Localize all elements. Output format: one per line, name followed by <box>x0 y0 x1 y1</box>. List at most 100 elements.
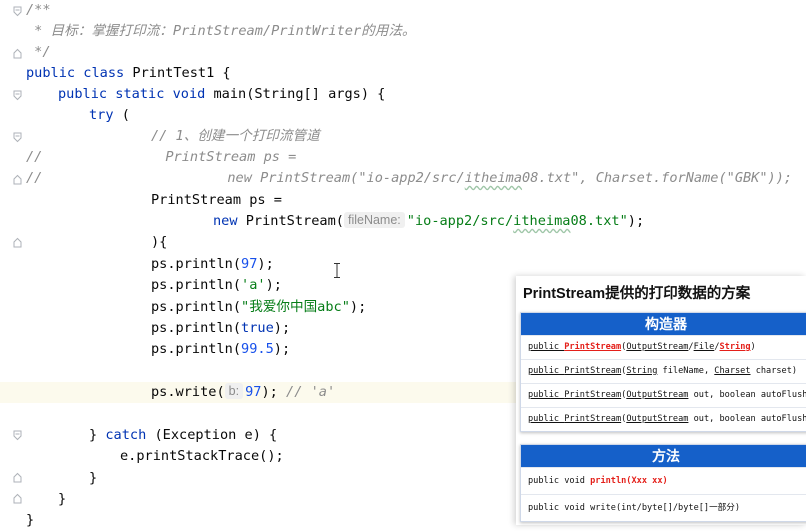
method-modifier: public void <box>528 476 591 486</box>
main-keywords: public static void <box>58 86 214 102</box>
println-arg: 99.5 <box>241 341 274 357</box>
statement-close: ); <box>273 320 291 336</box>
commented-declaration: PrintStream ps = <box>165 149 297 165</box>
println-call: ps.println( <box>151 277 242 293</box>
try-paren: ( <box>113 107 130 123</box>
methods-header: 方法 <box>521 445 806 467</box>
print-stack-trace-call: e.printStackTrace(); <box>120 448 284 464</box>
constructor-call: PrintStream( <box>245 213 344 229</box>
commented-new-call: PrintStream("io-app2/src/ <box>260 170 465 186</box>
param-type: Charset <box>714 366 751 376</box>
code-line[interactable]: public class PrintTest1 { <box>0 63 806 84</box>
code-line[interactable]: try ( <box>0 105 806 126</box>
write-arg: 97 <box>245 384 262 400</box>
constructor-row: public PrintStream(OutputStream out, boo… <box>521 407 806 431</box>
param-type: OutputStream <box>626 390 689 400</box>
method-row: public void write(int/byte[]/byte[]一部分) <box>521 494 806 521</box>
param-type: OutputStream <box>626 414 689 424</box>
println-call: ps.println( <box>151 320 242 336</box>
constructor-modifier: public <box>528 414 565 424</box>
statement-close: ); <box>349 299 367 315</box>
slide-overlay: PrintStream提供的打印数据的方案 构造器 public PrintSt… <box>516 276 806 525</box>
statement-close: ); <box>273 341 291 357</box>
code-line[interactable]: public static void main(String[] args) { <box>0 84 806 105</box>
param-type: String <box>719 342 751 352</box>
constructors-panel: 构造器 public PrintStream(OutputStream/File… <box>520 312 806 432</box>
constructors-header: 构造器 <box>521 313 806 335</box>
statement-close: ); <box>257 256 274 272</box>
println-call: ps.println( <box>151 256 242 272</box>
code-line[interactable]: */ <box>0 42 806 63</box>
doc-comment-open: /** <box>26 2 51 18</box>
class-keyword: public class <box>26 65 133 81</box>
text-cursor-icon <box>334 263 340 278</box>
file-string: "io-app2/src/ <box>406 213 514 229</box>
code-line[interactable]: ps.println(97); <box>0 254 806 275</box>
println-arg: 'a' <box>241 277 266 293</box>
println-arg: 97 <box>241 256 258 272</box>
commented-new-keyword: new <box>227 170 261 186</box>
statement-close: ); <box>265 277 282 293</box>
param-hint: fileName: <box>343 212 405 228</box>
try-keyword: try <box>89 107 114 123</box>
param-type: OutputStream <box>626 342 689 352</box>
methods-panel: 方法 public void println(Xxx xx) public vo… <box>520 444 806 522</box>
write-call: ps.write( <box>151 384 225 400</box>
doc-comment-text: * 目标：掌握打印流：PrintStream/PrintWriter的用法。 <box>26 23 416 39</box>
constructor-name: PrintStream <box>564 390 622 400</box>
constructor-modifier: public <box>528 342 565 352</box>
code-line[interactable]: // 1、创建一个打印流管道 <box>0 126 806 147</box>
file-string-typo-word: itheima <box>513 213 571 229</box>
constructor-row: public PrintStream(OutputStream/File/Str… <box>521 335 806 359</box>
constructor-row: public PrintStream(String fileName, Char… <box>521 359 806 383</box>
commented-typo-word: itheima <box>464 170 523 186</box>
try-resource-close: ){ <box>151 234 168 250</box>
slide-title: PrintStream提供的打印数据的方案 <box>523 286 751 302</box>
catch-clause: (Exception e) { <box>146 427 278 443</box>
method-name: println(Xxx xx) <box>590 476 668 486</box>
method-signature: public void write(int/byte[]/byte[]一部分) <box>528 503 741 513</box>
catch-brace: } <box>89 427 106 443</box>
class-name: PrintTest1 { <box>132 65 231 81</box>
new-keyword: new <box>213 213 246 229</box>
closing-brace: } <box>89 470 98 486</box>
code-line[interactable]: PrintStream ps = <box>0 190 806 211</box>
param-hint: b: <box>224 383 244 399</box>
line-comment-marker: // <box>26 170 43 186</box>
catch-keyword: catch <box>105 427 147 443</box>
code-line[interactable]: new PrintStream(fileName: "io-app2/src/it… <box>0 211 806 232</box>
constructor-paren: ) <box>750 342 756 352</box>
param-name: fileName, <box>657 366 715 376</box>
statement-close: ); <box>261 384 278 400</box>
file-string-end: 08.txt" <box>570 213 628 229</box>
code-line[interactable]: // PrintStream ps = <box>0 147 806 168</box>
code-line[interactable]: * 目标：掌握打印流：PrintStream/PrintWriter的用法。 <box>0 21 806 42</box>
commented-new-call-end: 08.txt", Charset.forName("GBK")); <box>522 170 793 186</box>
constructor-modifier: public <box>528 366 565 376</box>
doc-comment-close: */ <box>26 44 51 60</box>
main-signature: main(String[] args) { <box>213 86 386 102</box>
param-name: out, boolean autoFlush <box>688 414 806 424</box>
code-line[interactable]: /** <box>0 0 806 21</box>
comment-create-stream: // 1、创建一个打印流管道 <box>151 128 320 144</box>
constructor-name: PrintStream <box>564 342 622 352</box>
write-comment: // 'a' <box>286 384 336 400</box>
constructor-name: PrintStream <box>564 414 622 424</box>
println-arg: "我爱你中国abc" <box>241 299 350 315</box>
println-call: ps.println( <box>151 299 242 315</box>
param-type: String <box>626 366 658 376</box>
declaration: PrintStream ps = <box>151 192 282 208</box>
constructor-row: public PrintStream(OutputStream out, boo… <box>521 383 806 407</box>
println-call: ps.println( <box>151 341 242 357</box>
println-arg: true <box>241 320 274 336</box>
closing-brace: } <box>26 512 35 528</box>
closing-brace: } <box>58 491 67 507</box>
param-name: charset) <box>750 366 798 376</box>
code-line[interactable]: // new PrintStream("io-app2/src/itheima08… <box>0 168 806 189</box>
line-comment-marker: // <box>26 149 43 165</box>
param-name: out, boolean autoFlush) <box>688 390 806 400</box>
code-line[interactable]: ){ <box>0 232 806 253</box>
param-type: File <box>693 342 715 352</box>
constructor-name: PrintStream <box>564 366 622 376</box>
constructor-modifier: public <box>528 390 565 400</box>
